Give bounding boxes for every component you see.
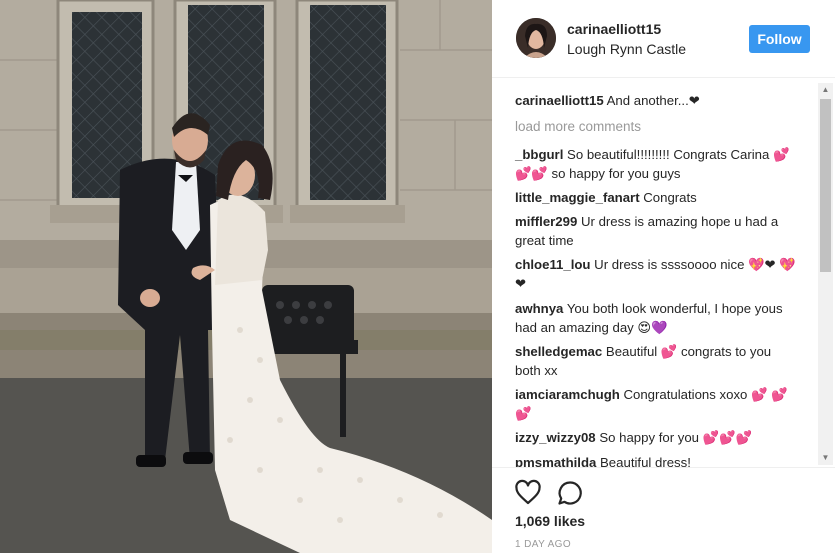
post-timestamp[interactable]: 1 DAY AGO: [515, 539, 571, 550]
comment-item: awhnya You both look wonderful, I hope y…: [515, 299, 797, 337]
comment-item: miffler299 Ur dress is amazing hope u ha…: [515, 212, 797, 250]
caption-username[interactable]: carinaelliott15: [515, 93, 604, 108]
comment-username[interactable]: _bbgurl: [515, 147, 563, 162]
comment-item: izzy_wizzy08 So happy for you 💕💕💕: [515, 428, 797, 447]
comment-text: Congrats: [643, 190, 697, 205]
comment-username[interactable]: izzy_wizzy08: [515, 430, 596, 445]
comment-item: iamciaramchugh Congratulations xoxo 💕 💕💕: [515, 385, 797, 423]
comment-username[interactable]: miffler299: [515, 214, 577, 229]
caption: carinaelliott15 And another...❤: [515, 91, 797, 110]
post-sidebar: carinaelliott15 Lough Rynn Castle Follow…: [492, 0, 835, 553]
speech-bubble-icon[interactable]: [556, 479, 584, 507]
comment-item: shelledgemac Beautiful 💕 congrats to you…: [515, 342, 797, 380]
likes-count[interactable]: 1,069 likes: [515, 513, 585, 529]
avatar[interactable]: [516, 18, 556, 58]
arrow-down-icon[interactable]: ▼: [818, 451, 833, 465]
scrollbar-thumb[interactable]: [820, 99, 831, 272]
comment-item: little_maggie_fanart Congrats: [515, 188, 797, 207]
post-location[interactable]: Lough Rynn Castle: [567, 41, 686, 57]
comment-username[interactable]: awhnya: [515, 301, 563, 316]
comment-item: _bbgurl So beautiful!!!!!!!!! Congrats C…: [515, 145, 797, 183]
follow-button[interactable]: Follow: [749, 25, 810, 53]
comment-username[interactable]: little_maggie_fanart: [515, 190, 640, 205]
caption-text: And another...❤: [606, 93, 700, 108]
post-header: carinaelliott15 Lough Rynn Castle Follow: [492, 0, 835, 78]
load-more-comments-link[interactable]: load more comments: [515, 119, 641, 134]
comment-username[interactable]: iamciaramchugh: [515, 387, 620, 402]
comment-username[interactable]: chloe11_lou: [515, 257, 591, 272]
comment-username[interactable]: pmsmathilda: [515, 455, 596, 467]
post-photo[interactable]: [0, 0, 492, 553]
comment-item: chloe11_lou Ur dress is ssssoooo nice 💖❤…: [515, 255, 797, 293]
comment-text: Beautiful dress!: [600, 455, 691, 467]
heart-outline-icon[interactable]: [514, 479, 542, 507]
comment-username[interactable]: shelledgemac: [515, 344, 602, 359]
arrow-up-icon[interactable]: ▲: [818, 83, 833, 97]
avatar-image: [516, 18, 556, 58]
comments-list: carinaelliott15 And another...❤ load mor…: [492, 79, 835, 467]
post-actions: 1,069 likes 1 DAY AGO: [492, 467, 835, 553]
post-username[interactable]: carinaelliott15: [567, 21, 661, 37]
comment-text: So happy for you 💕💕💕: [599, 430, 752, 445]
comment-item: pmsmathilda Beautiful dress!: [515, 453, 797, 467]
wedding-photo-image: [0, 0, 492, 553]
comments-scrollbar[interactable]: ▲ ▼: [818, 83, 833, 465]
